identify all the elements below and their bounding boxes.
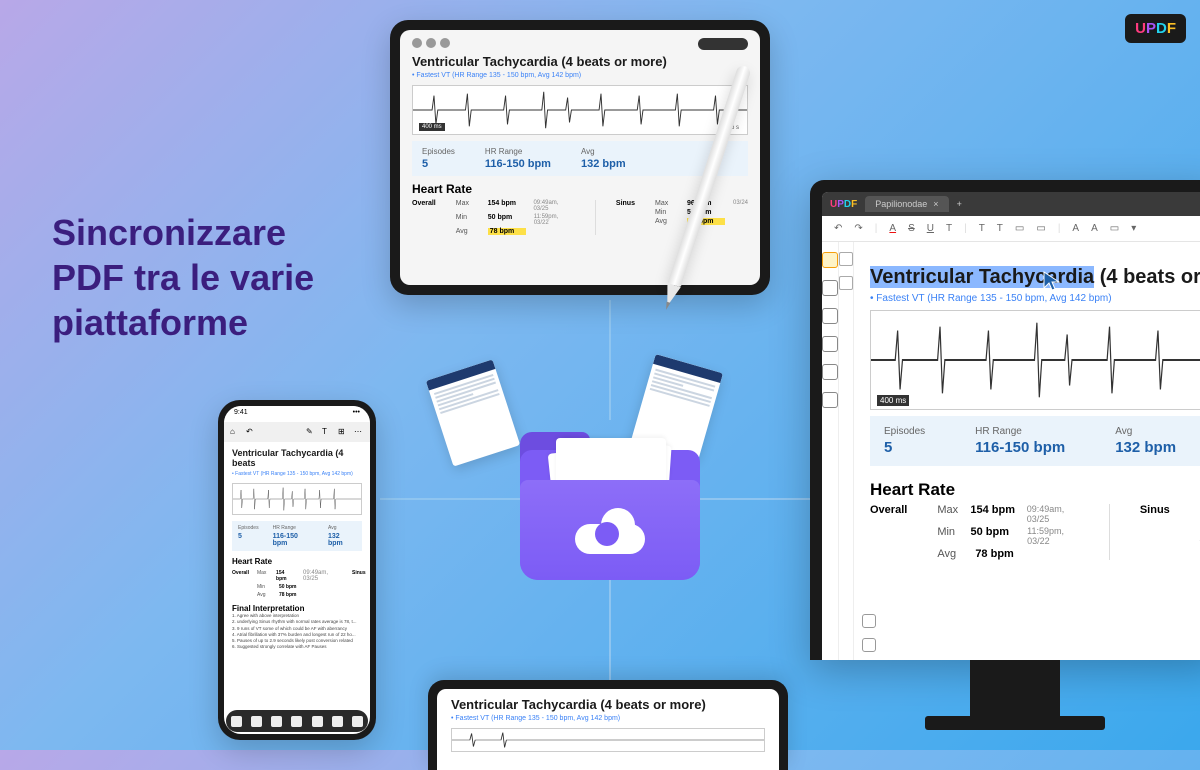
document-title: Ventricular Tachycardia (4 beats or more… <box>451 697 765 712</box>
heart-rate-table: Overall Max154 bpm09:49am, 03/25 Min50 b… <box>870 504 1200 560</box>
stats-summary: Episodes5 HR Range116-150 bpm Avg132 bpm <box>232 521 362 551</box>
phone-bottom-toolbar[interactable] <box>226 710 368 732</box>
heart-rate-title: Heart Rate <box>870 480 1200 500</box>
tool-icon[interactable] <box>352 716 363 727</box>
font-color-icon[interactable]: A <box>889 223 896 234</box>
tool-icon[interactable] <box>271 716 282 727</box>
app-titlebar: UPDF Papilionodae× + <box>822 192 1200 216</box>
ecg-scale-label: 400 ms <box>877 395 909 406</box>
home-icon[interactable]: ⌂ <box>230 427 240 437</box>
protect-tool-icon[interactable] <box>822 392 838 408</box>
connector-line <box>700 498 820 500</box>
thumbnail-icon[interactable] <box>839 252 853 266</box>
nav-icon[interactable] <box>862 638 876 652</box>
final-interpretation-list: 1. Agree with above interpretation 2. un… <box>232 613 362 651</box>
heart-rate-title: Heart Rate <box>232 557 362 566</box>
undo-icon[interactable]: ↶ <box>834 223 842 234</box>
tablet-notch <box>698 38 748 50</box>
cloud-icon <box>575 506 645 554</box>
text-icon[interactable]: T <box>946 223 952 234</box>
connector-line <box>609 300 611 420</box>
stats-summary: Episodes5 HR Range116-150 bpm Avg132 bpm <box>870 416 1200 466</box>
cloud-folder <box>520 420 700 580</box>
ecg-chart <box>451 728 765 752</box>
updf-logo-small: UPDF <box>830 199 857 210</box>
document-title: Ventricular Tachycardia (4 beats or more… <box>412 54 748 69</box>
grid-icon[interactable]: ⊞ <box>338 427 348 437</box>
text-callout-icon[interactable]: T <box>997 223 1003 234</box>
more-icon[interactable]: ▾ <box>1131 223 1136 234</box>
textbox-icon[interactable]: T <box>979 223 985 234</box>
ecg-chart: 400 ms 6 s <box>412 85 748 135</box>
ecg-chart: 400 ms <box>870 310 1200 410</box>
tool-icon[interactable] <box>251 716 262 727</box>
strikethrough-icon[interactable]: S <box>908 223 915 234</box>
highlight-icon[interactable]: A <box>1072 223 1079 234</box>
phone-toolbar[interactable]: ⌂ ↶ ✎ T ⊞ ⋯ <box>224 422 370 442</box>
more-icon[interactable]: ⋯ <box>354 427 364 437</box>
underline-icon[interactable]: U <box>927 223 934 234</box>
highlight-tool-icon[interactable] <box>822 252 838 268</box>
connector-line <box>380 498 520 500</box>
phone-device: 9:41••• ⌂ ↶ ✎ T ⊞ ⋯ Ventricular Tachycar… <box>218 400 376 740</box>
page-tool-icon[interactable] <box>822 336 838 352</box>
tablet-screen: Ventricular Tachycardia (4 beats or more… <box>400 30 760 285</box>
document-subtitle: Fastest VT (HR Range 135 - 150 bpm, Avg … <box>412 72 748 79</box>
connector-line <box>609 580 611 680</box>
redo-icon[interactable]: ↷ <box>854 223 862 234</box>
back-icon[interactable]: ↶ <box>246 427 256 437</box>
nav-icon[interactable] <box>862 614 876 628</box>
type-icon[interactable]: T <box>322 427 332 437</box>
document-subtitle: Fastest VT (HR Range 135 - 150 bpm, Avg … <box>870 293 1200 304</box>
new-tab-button[interactable]: + <box>957 199 962 209</box>
form-tool-icon[interactable] <box>822 364 838 380</box>
document-subtitle: Fastest VT (HR Range 135 - 150 bpm, Avg … <box>232 471 362 477</box>
tool-icon[interactable] <box>332 716 343 727</box>
tool-icon[interactable] <box>291 716 302 727</box>
document-title: Ventricular Tachycardia (4 beats <box>232 448 362 468</box>
stamp-icon[interactable]: ▭ <box>1036 223 1045 234</box>
document-title: Ventricular Tachycardia (4 beats or more… <box>870 266 1200 289</box>
left-tool-rail[interactable] <box>822 242 839 660</box>
document-subtitle: Fastest VT (HR Range 135 - 150 bpm, Avg … <box>451 715 765 722</box>
heart-rate-table: Overall Max154 bpm09:49am, 03/25 Min50 b… <box>232 570 362 598</box>
format-toolbar[interactable]: ↶ ↷ | A S U T | T T ▭ ▭ | A A ▭ ▾ <box>822 216 1200 242</box>
phone-status-bar: 9:41••• <box>224 406 370 422</box>
close-icon[interactable]: × <box>933 199 938 209</box>
pen-icon[interactable]: ✎ <box>306 427 316 437</box>
updf-logo-badge: UPDF <box>1125 14 1186 43</box>
tool-icon[interactable] <box>231 716 242 727</box>
bookmark-icon[interactable] <box>839 276 853 290</box>
final-interpretation-title: Final Interpretation <box>232 604 362 613</box>
edit-tool-icon[interactable] <box>822 280 838 296</box>
tablet-device-bottom: Ventricular Tachycardia (4 beats or more… <box>428 680 788 770</box>
note-icon[interactable]: ▭ <box>1015 223 1024 234</box>
tool-icon[interactable] <box>312 716 323 727</box>
document-canvas[interactable]: Ventricular Tachycardia (4 beats or more… <box>854 242 1200 660</box>
floating-document <box>426 359 520 466</box>
shape-icon[interactable]: ▭ <box>1110 223 1119 234</box>
ecg-chart <box>232 483 362 515</box>
headline: Sincronizzare PDF tra le varie piattafor… <box>52 210 314 345</box>
stats-summary: Episodes5 HR Range116-150 bpm Avg132 bpm <box>412 141 748 176</box>
ecg-scale-label: 400 ms <box>419 123 445 131</box>
pen-icon[interactable]: A <box>1091 223 1098 234</box>
bottom-nav-rail[interactable] <box>862 614 876 652</box>
document-tab[interactable]: Papilionodae× <box>865 196 948 212</box>
desktop-monitor: UPDF Papilionodae× + ↶ ↷ | A S U T | T T… <box>810 180 1200 660</box>
left-nav-rail[interactable] <box>839 242 854 660</box>
comment-tool-icon[interactable] <box>822 308 838 324</box>
